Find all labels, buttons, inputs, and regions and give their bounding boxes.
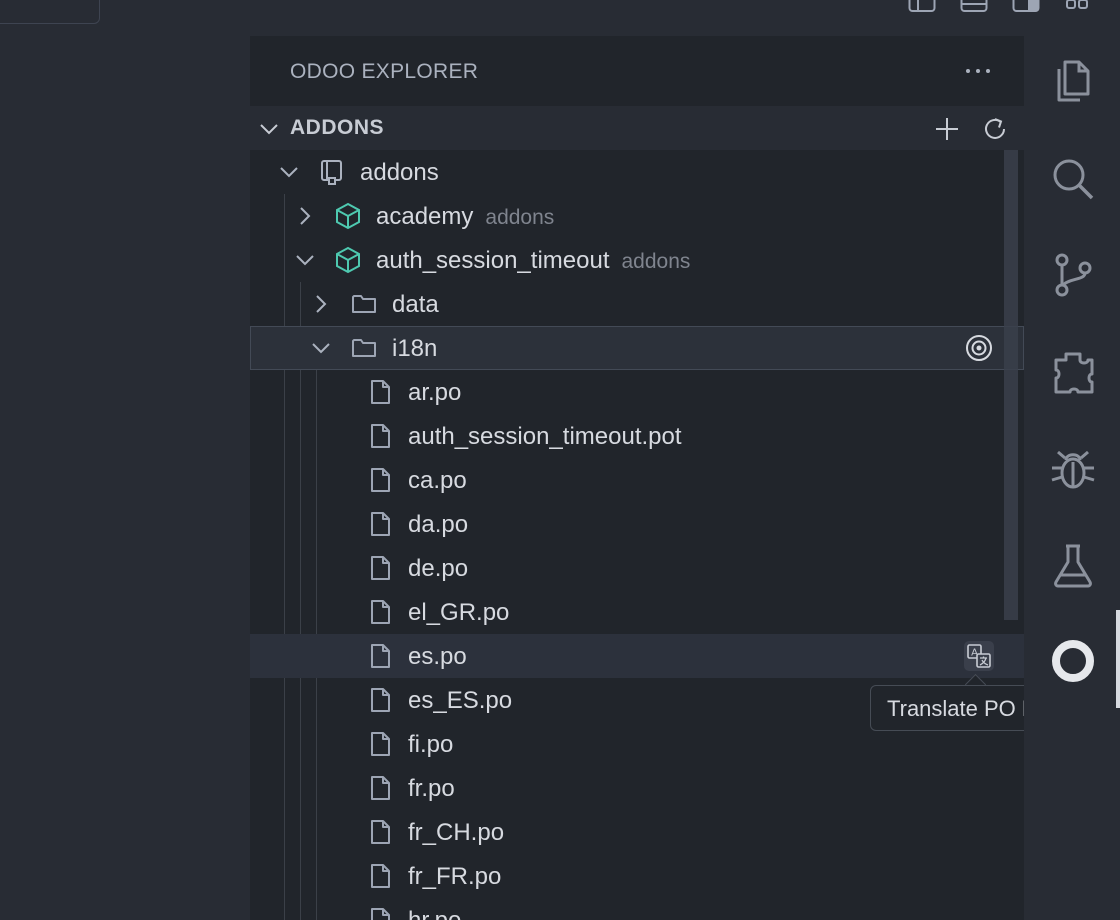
tree-item-file[interactable]: ar.po [250,370,1024,414]
tree-item-label: data [392,291,439,318]
tree-item-label: fi.po [408,731,454,758]
toggle-panel-icon[interactable] [960,0,988,14]
addons-section-header[interactable]: ADDONS [250,106,1024,150]
chevron-right-icon [310,293,332,315]
source-control-icon[interactable] [1048,250,1098,300]
tree-item-label: es_ES.po [408,687,513,714]
active-view-indicator [1116,610,1120,708]
file-icon [366,686,394,714]
tree-item-file[interactable]: ca.po [250,458,1024,502]
file-icon [366,466,394,494]
tree-item-folder[interactable]: i18n [250,326,1024,370]
activity-bar [1024,36,1120,920]
add-icon[interactable] [933,115,961,143]
customize-layout-icon[interactable] [1064,0,1092,14]
file-icon [366,554,394,582]
file-icon [366,642,394,670]
folder-icon [350,290,378,318]
tree-item-root[interactable]: addons [250,150,1024,194]
toggle-secondary-sidebar-icon[interactable] [1012,0,1040,14]
addons-tree: addons academy addons auth_session_timeo… [250,150,1024,920]
target-icon[interactable] [964,333,994,363]
package-cube-icon [334,246,362,274]
tree-item-label: i18n [392,335,438,362]
editor-tab-stub[interactable] [0,0,100,24]
tree-item-folder[interactable]: data [250,282,1024,326]
tree-item-label: addons [360,159,439,186]
tree-item-description: addons [485,206,555,229]
more-actions-button[interactable] [962,58,994,84]
ellipsis-icon [966,69,990,73]
title-bar [0,0,1120,36]
file-icon [366,818,394,846]
tree-item-label: da.po [408,511,469,538]
package-cube-icon [334,202,362,230]
tree-item-label: ca.po [408,467,467,494]
file-icon [366,510,394,538]
tree-item-label: de.po [408,555,469,582]
editor-area [0,36,250,920]
chevron-down-icon [310,337,332,359]
tree-item-file[interactable]: fr_CH.po [250,810,1024,854]
section-title: ADDONS [290,116,385,139]
tree-item-label: academy [376,203,474,230]
sidebar-title: ODOO EXPLORER [290,60,479,83]
tree-item-label: hr.po [408,907,461,920]
explorer-files-icon[interactable] [1048,56,1098,106]
vertical-scrollbar[interactable] [1004,150,1018,620]
tree-item-file[interactable]: fr_FR.po [250,854,1024,898]
tree-item-file[interactable]: auth_session_timeout.pot [250,414,1024,458]
tree-item-label: fr.po [408,775,455,802]
chevron-down-icon [258,118,280,140]
search-icon[interactable] [1048,154,1098,204]
chevron-right-icon [294,205,316,227]
tree-item-label: es.po [408,643,467,670]
file-icon [366,906,394,920]
debug-bug-icon[interactable] [1048,444,1098,494]
tree-item-file[interactable]: es.po A [250,634,1024,678]
tree-item-file[interactable]: fr.po [250,766,1024,810]
tree-item-module[interactable]: academy addons [250,194,1024,238]
testing-flask-icon[interactable] [1048,540,1098,590]
tree-item-module[interactable]: auth_session_timeout addons [250,238,1024,282]
file-icon [366,422,394,450]
file-icon [366,862,394,890]
window: ODOO EXPLORER ADDONS addons academy addo… [0,0,1120,920]
tree-item-label: ar.po [408,379,462,406]
translate-icon[interactable]: A [964,641,994,671]
chevron-down-icon [278,161,300,183]
refresh-icon[interactable] [981,115,1009,143]
folder-icon [350,334,378,362]
odoo-circle-icon[interactable] [1048,636,1098,686]
file-icon [366,774,394,802]
tree-item-label: fr_FR.po [408,863,502,890]
tree-item-label: el_GR.po [408,599,510,626]
tree-item-label: auth_session_timeout [376,247,610,274]
file-icon [366,598,394,626]
toggle-primary-sidebar-icon[interactable] [908,0,936,14]
extensions-icon[interactable] [1048,348,1098,398]
tree-item-file[interactable]: de.po [250,546,1024,590]
tree-item-label: auth_session_timeout.pot [408,423,682,450]
tree-item-description: addons [621,250,691,273]
odoo-explorer-sidebar: ODOO EXPLORER ADDONS addons academy addo… [250,36,1024,920]
repo-icon [318,158,346,186]
sidebar-header: ODOO EXPLORER [250,36,1024,106]
tree-item-label: fr_CH.po [408,819,505,846]
file-icon [366,378,394,406]
tree-item-file[interactable]: hr.po [250,898,1024,920]
file-icon [366,730,394,758]
chevron-down-icon [294,249,316,271]
tree-item-file[interactable]: da.po [250,502,1024,546]
tree-item-file[interactable]: el_GR.po [250,590,1024,634]
